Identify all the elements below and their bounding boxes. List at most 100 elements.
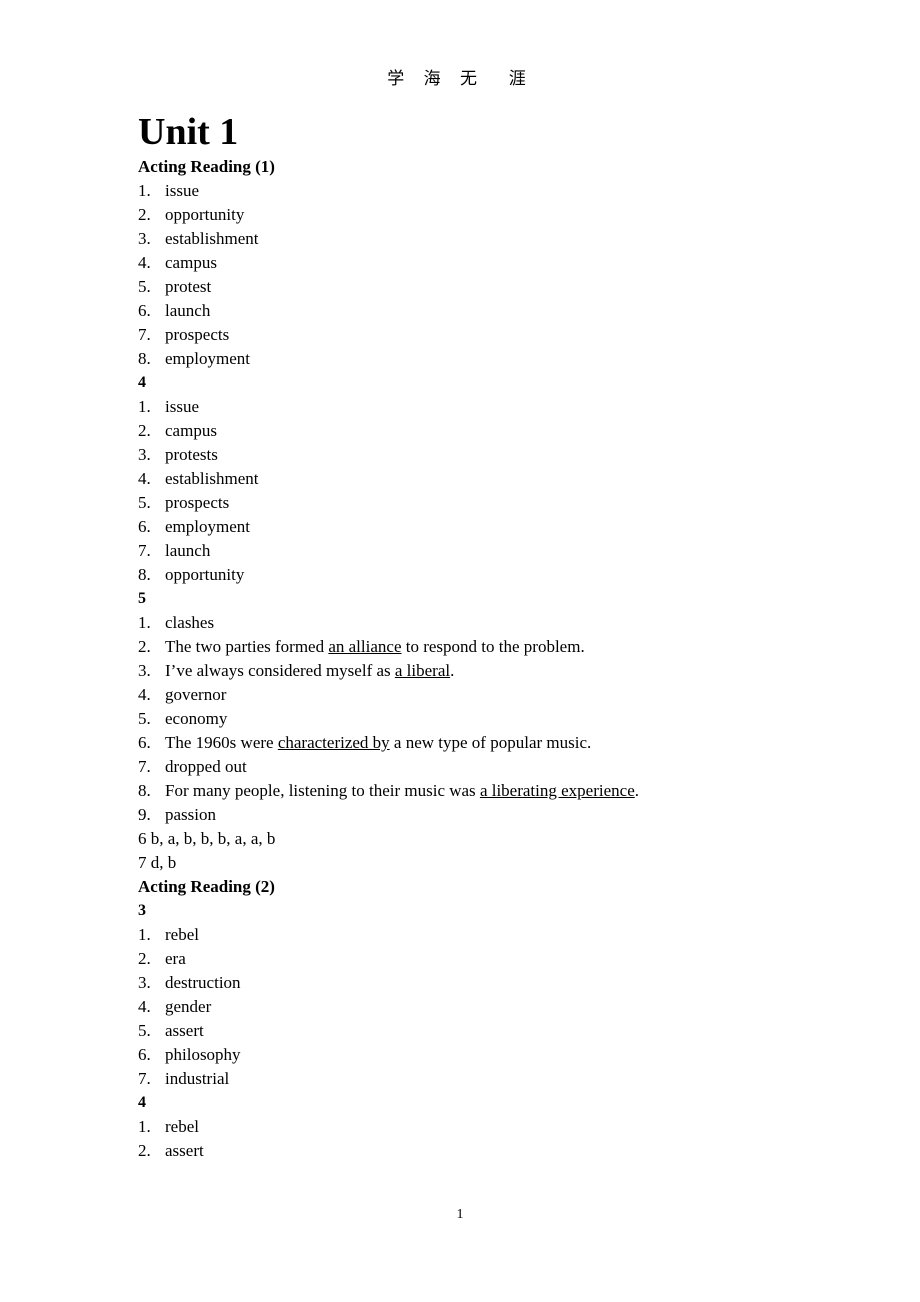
list-item-marker: 5. xyxy=(138,277,151,297)
list-item-text: protest xyxy=(165,277,212,297)
answer-list: 1. rebel 2. assert xyxy=(138,1115,778,1163)
list-item: 5. protest xyxy=(138,275,778,299)
list-item-marker: 1. xyxy=(138,181,151,201)
list-item-text: For many people, listening to their musi… xyxy=(165,781,639,800)
list-item-marker: 2. xyxy=(138,949,151,969)
list-item: 3. destruction xyxy=(138,971,778,995)
list-item: 1. rebel xyxy=(138,1115,778,1139)
list-item-marker: 5. xyxy=(138,493,151,513)
list-item-marker: 2. xyxy=(138,637,151,657)
document-page: 学 海 无 涯 Unit 1 Acting Reading (1) 1. issue… xyxy=(0,0,920,1302)
list-item-text: launch xyxy=(165,541,211,561)
list-item-marker: 3. xyxy=(138,445,151,465)
list-item-text: clashes xyxy=(165,613,215,633)
list-item-marker: 2. xyxy=(138,1141,151,1161)
list-item-text: campus xyxy=(165,421,217,441)
list-item-text: protests xyxy=(165,445,218,465)
list-item: 2. opportunity xyxy=(138,203,778,227)
answer-text-after: . xyxy=(634,781,639,801)
list-item: 6. launch xyxy=(138,299,778,323)
list-item-text: prospects xyxy=(165,325,230,345)
list-item-marker: 7. xyxy=(138,1069,151,1089)
list-item-marker: 7. xyxy=(138,541,151,561)
list-item: 1. issue xyxy=(138,395,778,419)
list-item-text: opportunity xyxy=(165,205,245,225)
answer-underlined-phrase: an alliance xyxy=(328,637,402,657)
list-item-marker: 6. xyxy=(138,517,151,537)
page-number: 1 xyxy=(456,1207,464,1222)
list-item: 1. issue xyxy=(138,179,778,203)
list-item: 1. clashes xyxy=(138,611,778,635)
list-item-text: The two parties formed an alliance to re… xyxy=(165,637,585,656)
list-item: 8. employment xyxy=(138,347,778,371)
list-item: 7. prospects xyxy=(138,323,778,347)
answer-text-before: The two parties formed xyxy=(165,637,329,657)
answer-text-before: For many people, listening to their musi… xyxy=(165,781,480,801)
list-item-text: economy xyxy=(165,709,228,729)
list-item-marker: 1. xyxy=(138,397,151,417)
list-item-text: employment xyxy=(165,349,250,369)
list-item-text: era xyxy=(165,949,186,969)
section-heading: Acting Reading (2) xyxy=(138,877,275,897)
list-item-text: opportunity xyxy=(165,565,245,585)
list-item: 5. economy xyxy=(138,707,778,731)
list-item-marker: 9. xyxy=(138,805,151,825)
answer-list: 1. issue 2. opportunity 3. establishment 4. cam… xyxy=(138,179,778,371)
list-item-text: issue xyxy=(165,181,199,201)
list-item: 7. industrial xyxy=(138,1067,778,1091)
exercise-group-number: 5 xyxy=(138,590,146,608)
list-item-text: rebel xyxy=(165,1117,199,1137)
list-item-text: issue xyxy=(165,397,199,417)
list-item-text: launch xyxy=(165,301,211,321)
list-item: 3. I’ve always considered myself as a lib… xyxy=(138,659,778,683)
answer-line: 6 b, a, b, b, b, a, a, b xyxy=(138,829,276,849)
list-item-text: governor xyxy=(165,685,227,705)
list-item: 2. era xyxy=(138,947,778,971)
list-item: 8. opportunity xyxy=(138,563,778,587)
list-item-marker: 4. xyxy=(138,685,151,705)
list-item-text: establishment xyxy=(165,469,259,489)
list-item-text: destruction xyxy=(165,973,241,993)
list-item-text: assert xyxy=(165,1141,204,1161)
exercise-group-number: 4 xyxy=(138,1094,146,1112)
list-item: 4. governor xyxy=(138,683,778,707)
document-body: Unit 1 Acting Reading (1) 1. issue 2. opport… xyxy=(138,111,778,1163)
list-item: 7. launch xyxy=(138,539,778,563)
list-item: 3. protests xyxy=(138,443,778,467)
list-item-marker: 8. xyxy=(138,565,151,585)
running-header: 学 海 无 涯 xyxy=(387,69,533,89)
list-item-marker: 2. xyxy=(138,421,151,441)
list-item: 5. assert xyxy=(138,1019,778,1043)
list-item-marker: 8. xyxy=(138,781,151,801)
list-item-text: employment xyxy=(165,517,250,537)
list-item-text: passion xyxy=(165,805,216,825)
list-item-marker: 5. xyxy=(138,1021,151,1041)
list-item-marker: 6. xyxy=(138,301,151,321)
sections-container: Acting Reading (1) 1. issue 2. opportunity 3.… xyxy=(138,155,778,1163)
list-item: 6. employment xyxy=(138,515,778,539)
list-item-marker: 5. xyxy=(138,709,151,729)
list-item: 8. For many people, listening to their mu… xyxy=(138,779,778,803)
list-item-text: rebel xyxy=(165,925,199,945)
list-item: 4. gender xyxy=(138,995,778,1019)
answer-underlined-phrase: a liberal xyxy=(394,661,451,681)
list-item: 3. establishment xyxy=(138,227,778,251)
list-item-text: prospects xyxy=(165,493,230,513)
list-item-marker: 7. xyxy=(138,757,151,777)
list-item-marker: 6. xyxy=(138,1045,151,1065)
list-item-marker: 1. xyxy=(138,1117,151,1137)
list-item-marker: 3. xyxy=(138,229,151,249)
list-item: 9. passion xyxy=(138,803,778,827)
list-item-marker: 1. xyxy=(138,925,151,945)
list-item-marker: 4. xyxy=(138,469,151,489)
list-item-marker: 4. xyxy=(138,997,151,1017)
list-item-text: establishment xyxy=(165,229,259,249)
answer-text-before: I’ve always considered myself as xyxy=(165,661,395,681)
list-item: 1. rebel xyxy=(138,923,778,947)
list-item: 2. The two parties formed an alliance to … xyxy=(138,635,778,659)
answer-text-before: The 1960s were xyxy=(165,733,278,753)
list-item: 6. The 1960s were characterized by a new … xyxy=(138,731,778,755)
answer-line: 7 d, b xyxy=(138,853,177,873)
answer-list: 1. issue 2. campus 3. protests 4. establishment… xyxy=(138,395,778,587)
answer-underlined-phrase: characterized by xyxy=(277,733,390,753)
